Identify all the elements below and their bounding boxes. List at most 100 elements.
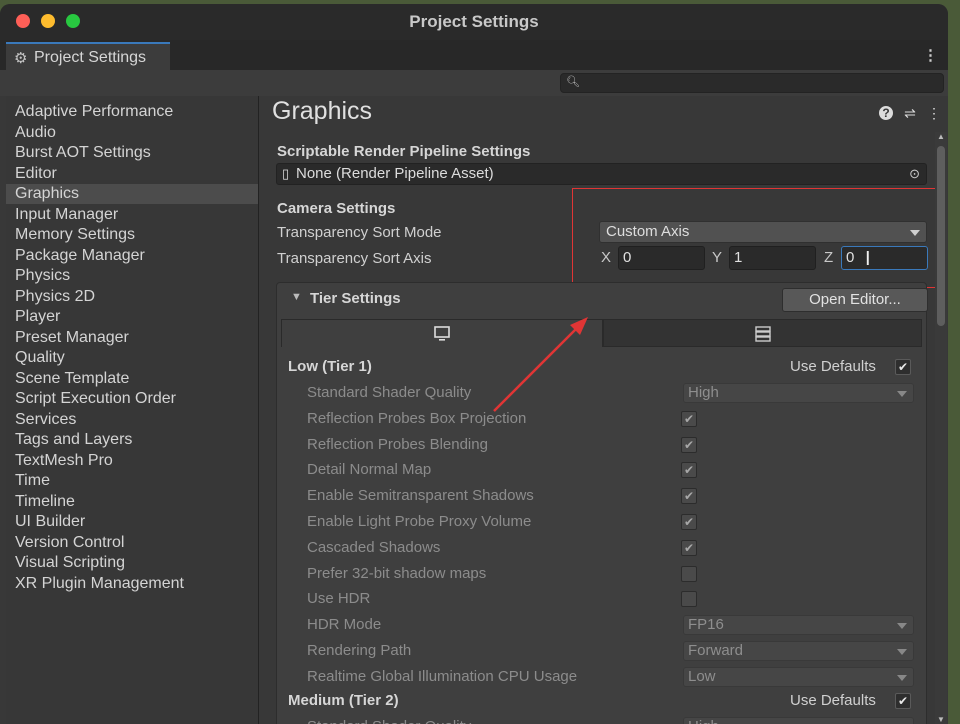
more-options-icon[interactable]: ⋮ [925,104,943,122]
sidebar-item-version-control[interactable]: Version Control [6,533,258,553]
chevron-down-icon [897,649,907,655]
setting-label: Rendering Path [307,642,412,659]
setting-checkbox[interactable]: ✔ [681,514,697,530]
setting-label: Use HDR [307,590,371,608]
dropdown-value: FP16 [688,616,724,634]
setting-dropdown[interactable]: Forward [683,641,914,661]
annotation-arrow [493,317,588,412]
help-icon[interactable]: ? [879,106,893,120]
chevron-down-icon [897,391,907,397]
graphics-panel: Graphics ? ⇌ ⋮ Scriptable Render Pipelin… [259,96,948,724]
sidebar-item-xr-plugin-management[interactable]: XR Plugin Management [6,574,258,594]
low-tier-heading: Low (Tier 1) [288,358,372,375]
setting-checkbox[interactable]: ✔ [681,436,697,453]
sidebar-item-physics[interactable]: Physics [6,266,258,286]
dropdown-value: High [688,718,719,724]
sidebar-item-time[interactable]: Time [6,471,258,491]
setting-label: HDR Mode [307,616,382,634]
server-icon [755,326,771,342]
sidebar-item-quality[interactable]: Quality [6,348,258,368]
setting-checkbox[interactable] [681,591,697,608]
sidebar-item-audio[interactable]: Audio [6,123,258,143]
setting-checkbox[interactable]: ✔ [681,462,697,479]
sidebar-item-scene-template[interactable]: Scene Template [6,369,258,389]
object-picker-icon[interactable]: ⊙ [909,166,920,182]
window-title: Project Settings [409,12,539,31]
settings-sidebar: Adaptive Performance Audio Burst AOT Setti… [6,96,259,724]
sidebar-item-preset-manager[interactable]: Preset Manager [6,328,258,348]
setting-checkbox[interactable]: ✔ [681,539,697,556]
setting-label: Standard Shader Quality [307,718,471,724]
setting-dropdown[interactable]: Low [683,666,914,687]
setting-dropdown[interactable]: High [683,717,914,724]
scrollbar-thumb[interactable] [937,146,945,326]
setting-label: Realtime Global Illumination CPU Usage [307,667,578,685]
setting-dropdown[interactable]: FP16 [683,615,914,636]
sort-mode-label: Transparency Sort Mode [277,224,442,241]
sidebar-item-tags-and-layers[interactable]: Tags and Layers [6,430,258,450]
setting-label: Enable Semitransparent Shadows [307,487,534,505]
sidebar-item-package-manager[interactable]: Package Manager [6,246,258,266]
sidebar-item-input-manager[interactable]: Input Manager [6,205,258,225]
setting-label: Prefer 32-bit shadow maps [307,564,487,582]
page-title: Graphics [272,97,373,125]
tab-server[interactable] [603,319,922,347]
tab-label: Project Settings [34,49,147,66]
scroll-up-icon[interactable]: ▲ [937,132,945,141]
sidebar-item-timeline[interactable]: Timeline [6,492,258,512]
search-icon: 🔍︎ [566,76,580,88]
camera-settings-heading: Camera Settings [277,200,396,217]
sidebar-item-services[interactable]: Services [6,410,258,430]
sidebar-item-script-execution-order[interactable]: Script Execution Order [6,389,258,409]
scroll-down-icon[interactable]: ▼ [937,715,945,724]
chevron-down-icon [897,623,907,630]
title-bar: Project Settings [0,4,948,40]
sidebar-item-textmesh-pro[interactable]: TextMesh Pro [6,451,258,471]
srp-value: None (Render Pipeline Asset) [296,165,494,182]
setting-checkbox[interactable]: ✔ [681,488,697,505]
tab-menu-icon[interactable]: ⋮ [923,46,938,64]
setting-checkbox[interactable]: ✔ [681,410,697,427]
monitor-icon [434,326,450,341]
medium-use-defaults-label: Use Defaults [790,692,876,709]
sort-axis-label: Transparency Sort Axis [277,250,432,267]
search-input[interactable]: 🔍︎ [560,73,944,93]
tab-project-settings[interactable]: ⚙ Project Settings [6,42,170,70]
open-editor-button[interactable]: Open Editor... [782,288,928,312]
setting-checkbox[interactable] [681,565,697,582]
medium-use-defaults-checkbox[interactable]: ✔ [895,693,911,709]
presets-icon[interactable]: ⇌ [901,104,919,122]
sidebar-item-ui-builder[interactable]: UI Builder [6,512,258,532]
dropdown-value: Low [688,667,716,685]
annotation-highlight-box [572,188,945,288]
sidebar-item-editor[interactable]: Editor [6,164,258,184]
setting-label: Enable Light Probe Proxy Volume [307,513,532,530]
sidebar-item-adaptive-performance[interactable]: Adaptive Performance [6,102,258,122]
tab-bar: ⚙ Project Settings ⋮ [0,40,948,70]
setting-dropdown[interactable]: High [683,383,914,403]
dropdown-value: High [688,384,719,401]
sidebar-item-memory-settings[interactable]: Memory Settings [6,225,258,245]
medium-tier-heading: Medium (Tier 2) [288,692,399,709]
foldout-arrow-icon[interactable]: ▼ [291,291,302,303]
gear-icon: ⚙ [14,50,28,67]
low-use-defaults-label: Use Defaults [790,358,876,375]
tier-settings-heading: Tier Settings [310,290,401,307]
search-bar: 🔍︎ [0,70,948,96]
vertical-scrollbar[interactable]: ▲ ▼ [935,132,947,724]
chevron-down-icon [897,674,907,681]
low-use-defaults-checkbox[interactable]: ✔ [895,359,911,375]
sidebar-item-physics-2d[interactable]: Physics 2D [6,287,258,307]
setting-label: Reflection Probes Blending [307,435,488,453]
setting-label: Detail Normal Map [307,461,432,479]
sidebar-item-graphics[interactable]: Graphics [6,184,258,204]
render-pipeline-asset-field[interactable]: ▯ None (Render Pipeline Asset) ⊙ [276,163,927,185]
dropdown-value: Forward [688,642,744,659]
project-settings-window: Project Settings ⚙ Project Settings ⋮ 🔍︎… [0,4,948,724]
sidebar-item-player[interactable]: Player [6,307,258,327]
setting-label: Cascaded Shadows [307,538,441,556]
sidebar-item-burst-aot-settings[interactable]: Burst AOT Settings [6,143,258,163]
sidebar-item-visual-scripting[interactable]: Visual Scripting [6,553,258,573]
srp-heading: Scriptable Render Pipeline Settings [277,143,531,160]
setting-label: Standard Shader Quality [307,384,472,401]
